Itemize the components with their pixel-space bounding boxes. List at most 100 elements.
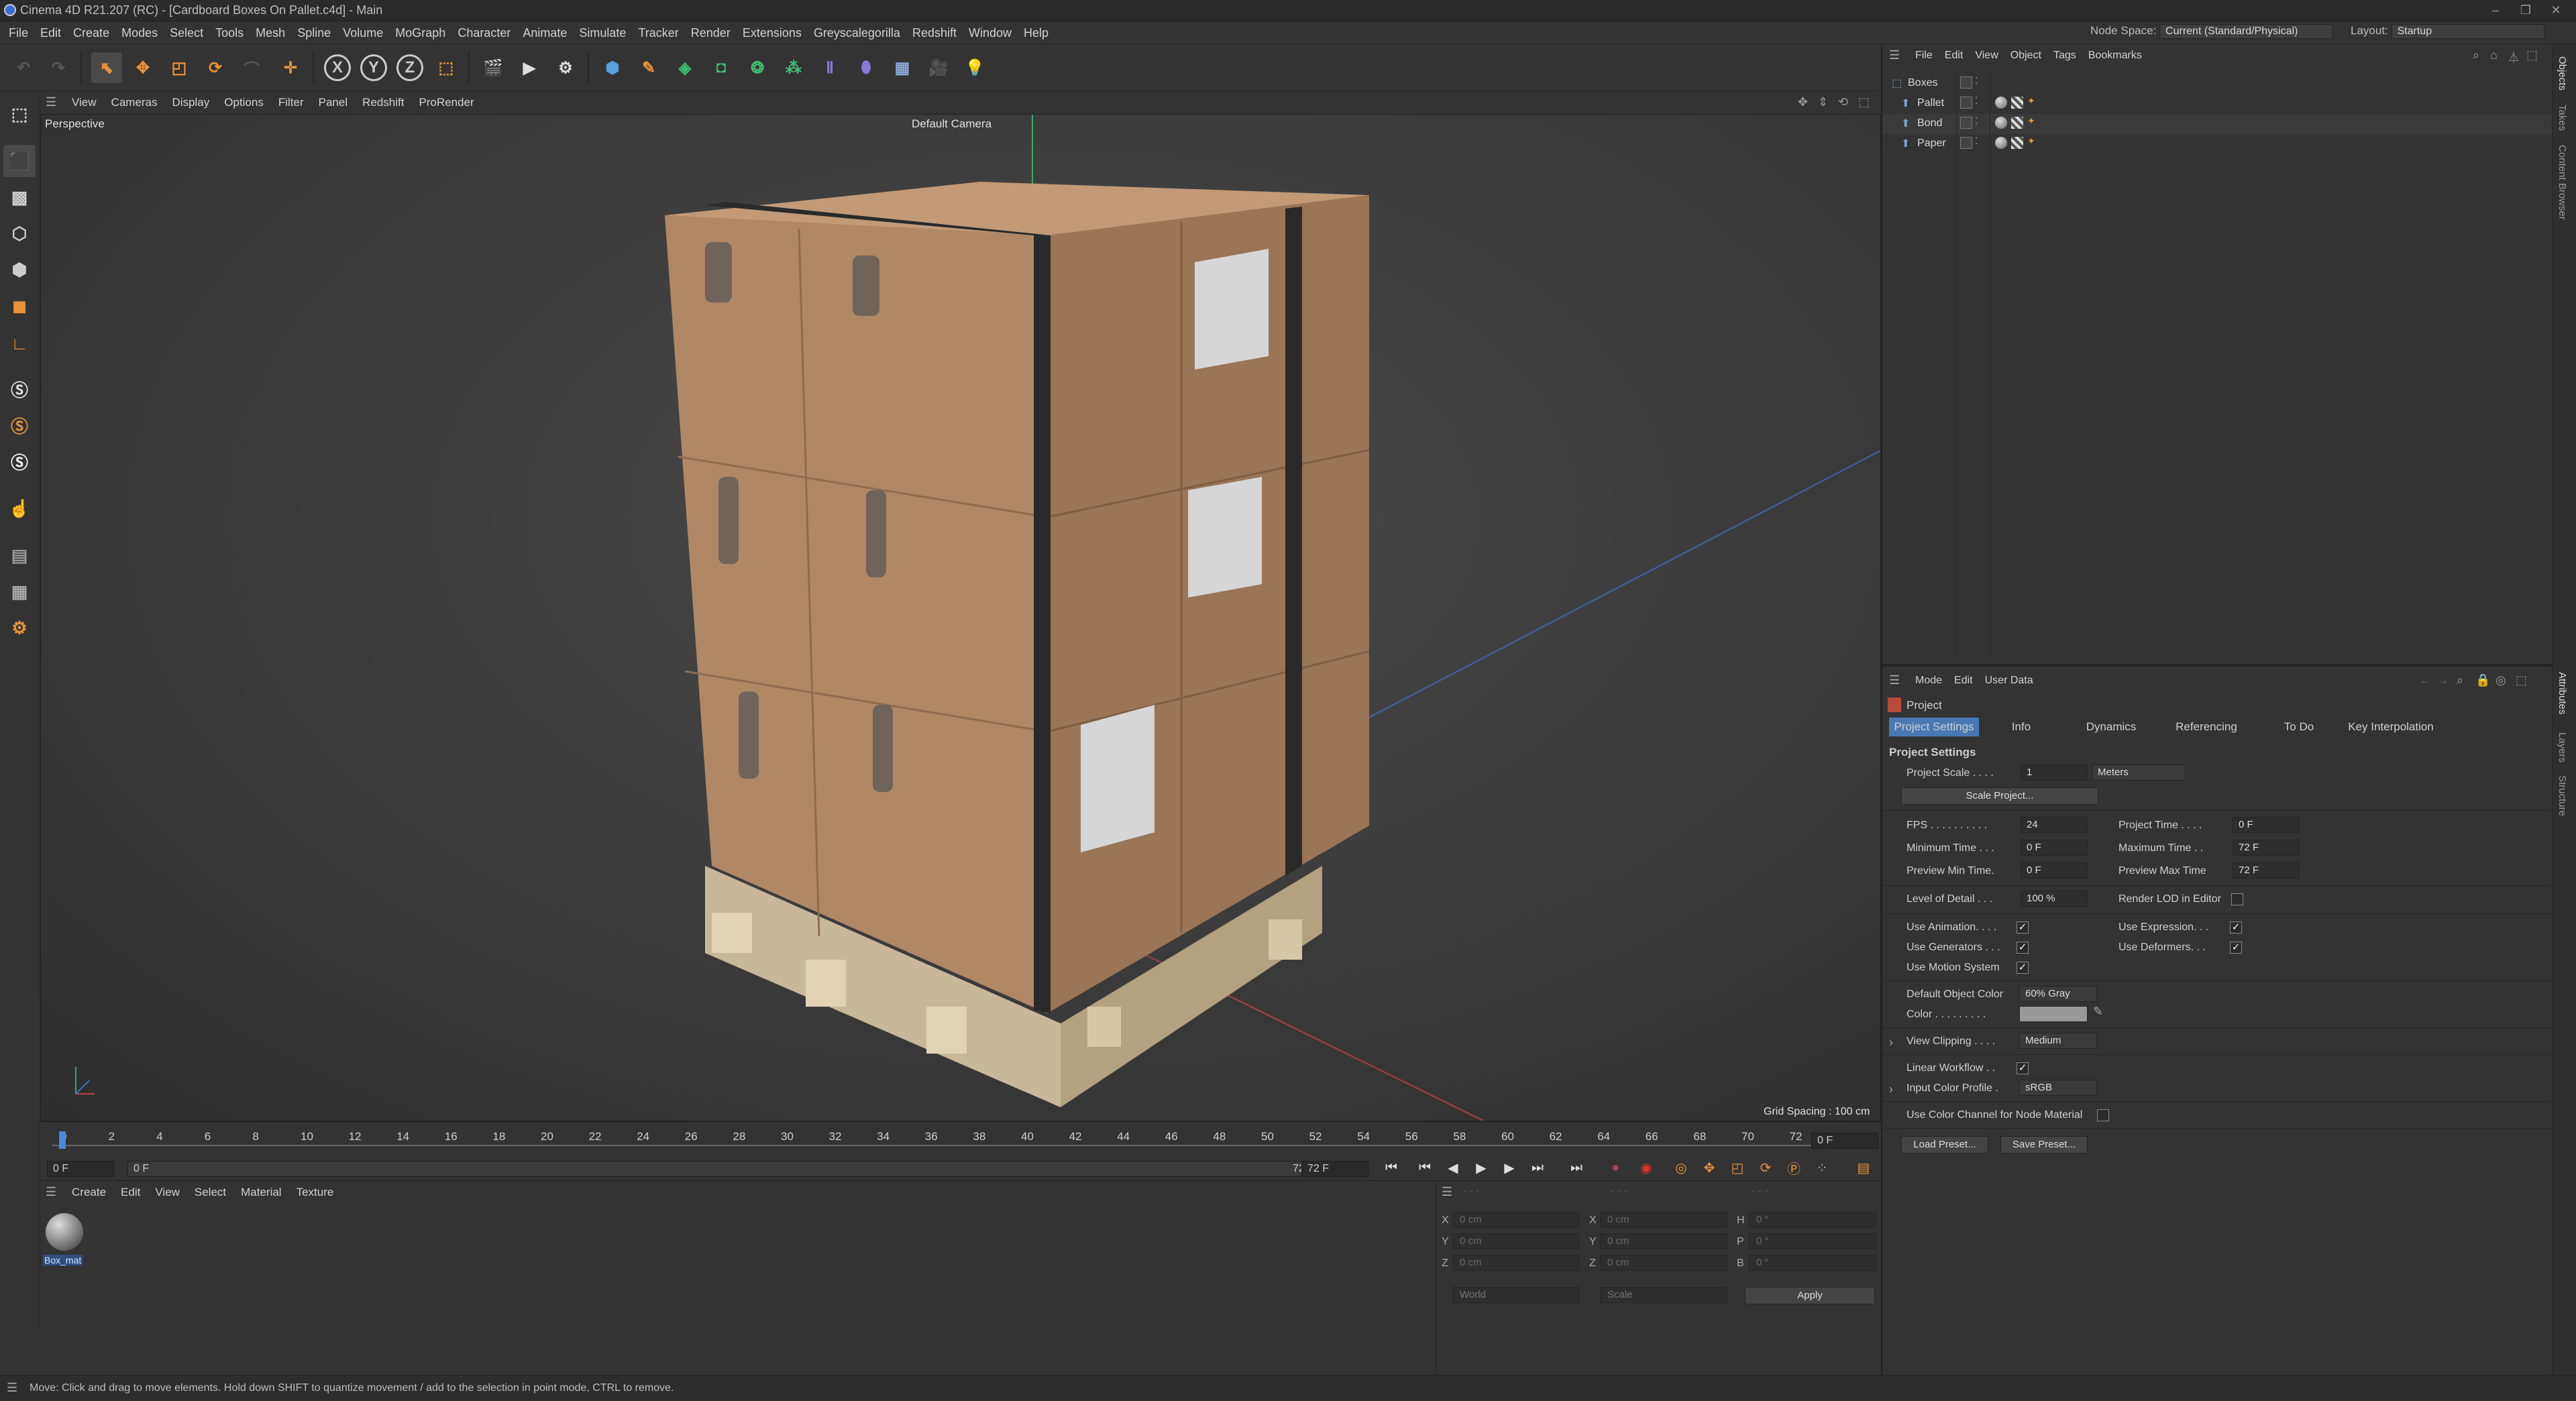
eyedropper-icon[interactable]: ✎ bbox=[2093, 1005, 2103, 1019]
menu-cameras[interactable]: Cameras bbox=[104, 91, 165, 114]
menu-edit[interactable]: Edit bbox=[1939, 44, 1970, 67]
mograph-icon[interactable]: ⁂ bbox=[778, 52, 809, 83]
use-deformers-checkbox[interactable]: ✓ bbox=[2230, 942, 2242, 954]
coord-field[interactable]: 0 cm bbox=[1600, 1233, 1727, 1249]
size-mode-dropdown[interactable]: Scale bbox=[1600, 1287, 1727, 1303]
next-frame-icon[interactable]: ▶ bbox=[1497, 1156, 1521, 1180]
snap-settings-icon[interactable]: Ⓢ bbox=[3, 409, 36, 441]
om-filter-icon[interactable]: ⏃ bbox=[2508, 48, 2520, 66]
menu-tracker[interactable]: Tracker bbox=[632, 21, 684, 44]
project-unit-dropdown[interactable]: Meters bbox=[2092, 765, 2186, 781]
tab-key-interpolation[interactable]: Key Interpolation bbox=[2344, 718, 2438, 736]
material-preview[interactable] bbox=[46, 1213, 83, 1251]
viewport-rotate-icon[interactable]: ⟲ bbox=[1838, 95, 1848, 109]
render-dots-icon[interactable]: ⁚ bbox=[1975, 135, 1978, 147]
tab-project-settings[interactable]: Project Settings bbox=[1889, 718, 1979, 736]
menu-options[interactable]: Options bbox=[217, 91, 271, 114]
tab-layers[interactable]: Layers bbox=[2557, 732, 2568, 763]
scale-tool-icon[interactable]: ◰ bbox=[164, 52, 195, 83]
key-param-icon[interactable]: Ⓟ bbox=[1782, 1156, 1806, 1180]
timeline-window-icon[interactable]: ▤ bbox=[1851, 1156, 1876, 1180]
timeline[interactable]: 0246810121416182022242628303234363840424… bbox=[40, 1121, 1881, 1179]
key-selection-icon[interactable]: ◎ bbox=[1669, 1156, 1693, 1180]
coord-field[interactable]: 0 ° bbox=[1749, 1255, 1876, 1271]
render-settings-icon[interactable]: ⚙ bbox=[550, 52, 581, 83]
visibility-toggle[interactable] bbox=[1960, 76, 1972, 89]
menu-render[interactable]: Render bbox=[685, 21, 737, 44]
input-profile-dropdown[interactable]: sRGB bbox=[2019, 1080, 2097, 1096]
object-row-bond[interactable]: ⬆ Bond ⁚ ✦ bbox=[1882, 114, 2553, 134]
coords-hamburger-icon[interactable]: ☰ bbox=[1442, 1185, 1452, 1199]
edges-mode-icon[interactable]: ⬢ bbox=[3, 254, 36, 286]
material-hamburger-icon[interactable]: ☰ bbox=[46, 1185, 56, 1199]
viewport-hamburger-icon[interactable]: ☰ bbox=[46, 95, 56, 109]
tab-objects[interactable]: Objects bbox=[2557, 56, 2568, 91]
tweak-icon[interactable]: ☝ bbox=[3, 492, 36, 524]
menu-bookmarks[interactable]: Bookmarks bbox=[2082, 44, 2148, 67]
render-dots-icon[interactable]: ⁚ bbox=[1975, 75, 1978, 87]
maximize-icon[interactable]: ❐ bbox=[2512, 1, 2539, 19]
menu-prorender[interactable]: ProRender bbox=[412, 91, 482, 114]
default-color-dropdown[interactable]: 60% Gray bbox=[2019, 986, 2097, 1002]
field-icon[interactable]: ⬮ bbox=[851, 52, 881, 83]
visibility-toggle[interactable] bbox=[1960, 137, 1972, 149]
playhead[interactable] bbox=[59, 1131, 66, 1149]
workplane-icon[interactable]: ▤ bbox=[3, 539, 36, 571]
view-clipping-dropdown[interactable]: Medium bbox=[2019, 1033, 2097, 1049]
x-axis-lock-icon[interactable]: X bbox=[322, 52, 353, 83]
light-icon[interactable]: 💡 bbox=[959, 52, 990, 83]
current-frame-field[interactable]: 0 F bbox=[1811, 1133, 1878, 1149]
load-preset-button[interactable]: Load Preset... bbox=[1901, 1136, 1988, 1154]
menu-edit[interactable]: Edit bbox=[34, 21, 67, 44]
menu-window[interactable]: Window bbox=[963, 21, 1018, 44]
prev-frame-icon[interactable]: ◀ bbox=[1441, 1156, 1465, 1180]
planar-workplane-icon[interactable]: ⚙ bbox=[3, 612, 36, 644]
om-expand-icon[interactable]: ⬚ bbox=[2526, 48, 2538, 62]
coord-field[interactable]: 0 cm bbox=[1452, 1255, 1580, 1271]
am-back-icon[interactable]: ← bbox=[2419, 673, 2431, 687]
camera-icon[interactable]: 🎥 bbox=[923, 52, 954, 83]
use-motion-checkbox[interactable]: ✓ bbox=[2017, 962, 2029, 974]
use-animation-checkbox[interactable]: ✓ bbox=[2017, 921, 2029, 934]
move-tool-icon[interactable]: ✥ bbox=[127, 52, 158, 83]
menu-user-data[interactable]: User Data bbox=[1979, 669, 2039, 692]
rotate-tool-icon[interactable]: ⟳ bbox=[200, 52, 231, 83]
material-label[interactable]: Box_mat bbox=[43, 1255, 83, 1266]
coord-field[interactable]: 0 cm bbox=[1600, 1255, 1727, 1271]
layout-dropdown[interactable]: Startup bbox=[2391, 24, 2544, 39]
menu-create[interactable]: Create bbox=[64, 1181, 113, 1204]
key-position-icon[interactable]: ✥ bbox=[1697, 1156, 1721, 1180]
status-hamburger-icon[interactable]: ☰ bbox=[7, 1381, 17, 1395]
autokey-icon[interactable]: ◉ bbox=[1634, 1156, 1658, 1180]
coord-field[interactable]: 0 ° bbox=[1749, 1212, 1876, 1228]
viewport-zoom-icon[interactable]: ⇕ bbox=[1818, 95, 1828, 109]
points-mode-icon[interactable]: ⬡ bbox=[3, 217, 36, 249]
phong-tag-icon[interactable]: ✦ bbox=[2027, 95, 2035, 107]
om-home-icon[interactable]: ⌂ bbox=[2490, 48, 2498, 62]
menu-file[interactable]: File bbox=[3, 21, 34, 44]
apply-button[interactable]: Apply bbox=[1745, 1287, 1875, 1304]
cloner-icon[interactable]: ❂ bbox=[742, 52, 773, 83]
cube-object-icon[interactable]: ⬢ bbox=[597, 52, 628, 83]
object-row-boxes[interactable]: ⬚ Boxes ⁚ bbox=[1882, 74, 2553, 94]
node-space-dropdown[interactable]: Current (Standard/Physical) bbox=[2159, 24, 2333, 39]
am-expand-icon[interactable]: ⬚ bbox=[2516, 673, 2527, 687]
object-row-pallet[interactable]: ⬆ Pallet ⁚ ✦ bbox=[1882, 94, 2553, 114]
model-mode-icon[interactable]: ⬛ bbox=[3, 145, 36, 177]
om-hamburger-icon[interactable]: ☰ bbox=[1889, 48, 1900, 62]
menu-tools[interactable]: Tools bbox=[209, 21, 250, 44]
key-rotation-icon[interactable]: ⟳ bbox=[1754, 1156, 1778, 1180]
snap-icon[interactable]: Ⓢ bbox=[3, 373, 36, 405]
preview-max-field[interactable]: 72 F bbox=[2233, 862, 2300, 879]
live-selection-icon[interactable]: ✛ bbox=[275, 52, 306, 83]
visibility-toggle[interactable] bbox=[1960, 117, 1972, 129]
menu-filter[interactable]: Filter bbox=[271, 91, 311, 114]
z-axis-lock-icon[interactable]: Z bbox=[394, 52, 425, 83]
goto-end-icon[interactable]: ⏭ bbox=[1564, 1156, 1589, 1180]
start-frame-field[interactable]: 0 F bbox=[47, 1161, 114, 1177]
floor-icon[interactable]: ▦ bbox=[887, 52, 918, 83]
subdivision-icon[interactable]: ◈ bbox=[669, 52, 700, 83]
menu-edit[interactable]: Edit bbox=[113, 1181, 148, 1204]
undo-icon[interactable]: ↶ bbox=[8, 52, 39, 83]
menu-mode[interactable]: Mode bbox=[1909, 669, 1948, 692]
